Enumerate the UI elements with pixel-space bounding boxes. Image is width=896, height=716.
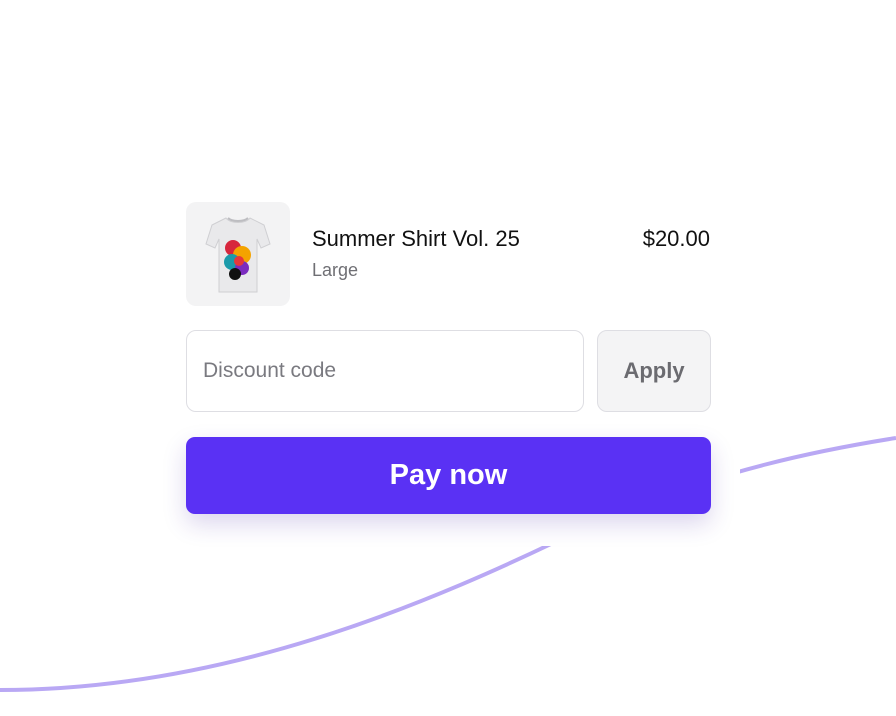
product-image xyxy=(186,202,290,306)
product-price: $20.00 xyxy=(642,226,710,251)
checkout-card: Summer Shirt Vol. 25 Large $20.00 Apply … xyxy=(156,172,740,546)
tshirt-icon xyxy=(205,217,271,293)
checkout-stage: Summer Shirt Vol. 25 Large $20.00 Apply … xyxy=(0,0,896,716)
pay-now-button[interactable]: Pay now xyxy=(186,437,711,514)
product-variant: Large xyxy=(312,260,359,280)
discount-code-input[interactable] xyxy=(186,330,584,412)
product-name: Summer Shirt Vol. 25 xyxy=(312,226,520,251)
apply-discount-button[interactable]: Apply xyxy=(597,330,711,412)
